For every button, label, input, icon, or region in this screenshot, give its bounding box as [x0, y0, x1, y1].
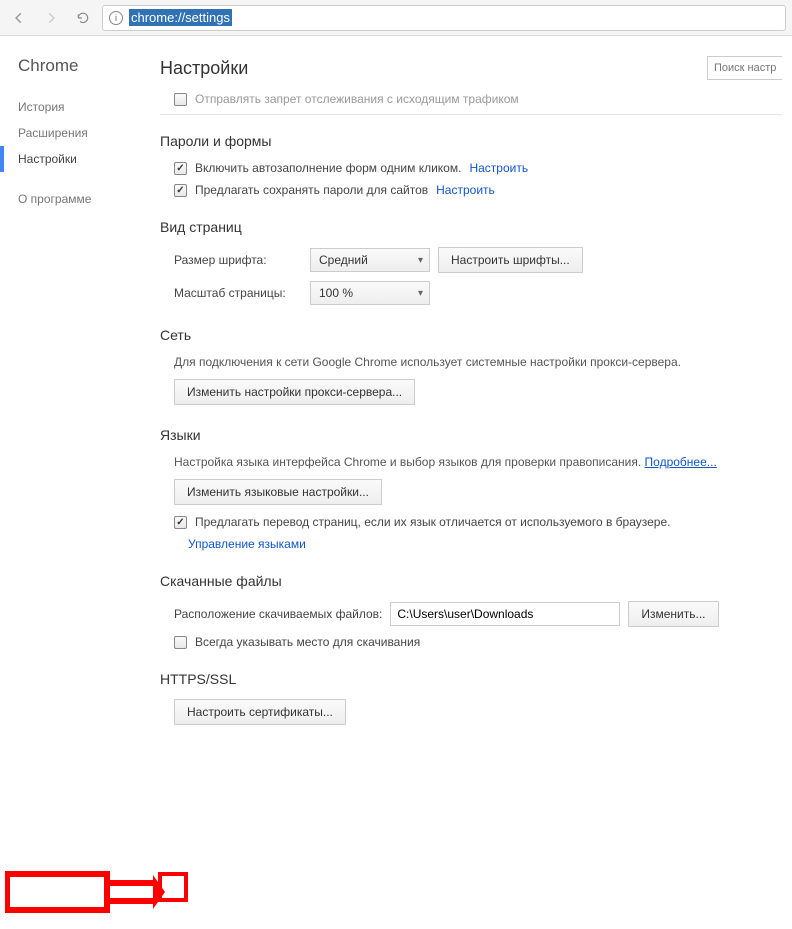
languages-desc-text: Настройка языка интерфейса Chrome и выбо… — [174, 455, 641, 469]
page-title: Настройки — [160, 58, 248, 79]
browser-toolbar: i chrome://settings — [0, 0, 792, 36]
annotation-arrow-icon — [5, 869, 165, 929]
forward-button[interactable] — [38, 5, 64, 31]
page-zoom-label: Масштаб страницы: — [174, 286, 302, 300]
section-downloads: Скачанные файлы Расположение скачиваемых… — [160, 573, 782, 649]
arrow-right-icon — [44, 11, 58, 25]
sidebar-title: Chrome — [18, 56, 150, 76]
section-title-network: Сеть — [160, 327, 782, 343]
section-ssl: HTTPS/SSL Настроить сертификаты... — [160, 671, 782, 725]
section-passwords: Пароли и формы Включить автозаполнение ф… — [160, 133, 782, 197]
reload-button[interactable] — [70, 5, 96, 31]
dnt-checkbox[interactable] — [174, 93, 187, 106]
site-info-icon[interactable]: i — [109, 11, 123, 25]
languages-desc: Настройка языка интерфейса Chrome и выбо… — [160, 455, 782, 469]
section-title-passwords: Пароли и формы — [160, 133, 782, 149]
download-path-label: Расположение скачиваемых файлов: — [174, 607, 382, 621]
section-network: Сеть Для подключения к сети Google Chrom… — [160, 327, 782, 405]
download-ask-label: Всегда указывать место для скачивания — [195, 635, 420, 649]
customize-fonts-button[interactable]: Настроить шрифты... — [438, 247, 583, 273]
section-appearance: Вид страниц Размер шрифта: Средний Настр… — [160, 219, 782, 305]
sidebar-item-history[interactable]: История — [18, 94, 150, 120]
offer-translate-checkbox[interactable] — [174, 516, 187, 529]
sidebar: Chrome История Расширения Настройки О пр… — [0, 36, 150, 771]
font-size-select[interactable]: Средний — [310, 248, 430, 272]
offer-translate-label: Предлагать перевод страниц, если их язык… — [195, 515, 671, 529]
section-title-downloads: Скачанные файлы — [160, 573, 782, 589]
download-ask-checkbox[interactable] — [174, 636, 187, 649]
certificates-button[interactable]: Настроить сертификаты... — [174, 699, 346, 725]
languages-more-link[interactable]: Подробнее... — [645, 455, 717, 469]
font-size-label: Размер шрифта: — [174, 253, 302, 267]
save-passwords-settings-link[interactable]: Настроить — [436, 183, 495, 197]
sidebar-item-extensions[interactable]: Расширения — [18, 120, 150, 146]
save-passwords-checkbox[interactable] — [174, 184, 187, 197]
proxy-settings-button[interactable]: Изменить настройки прокси-сервера... — [174, 379, 415, 405]
download-path-input[interactable] — [390, 602, 620, 626]
reload-icon — [76, 11, 90, 25]
manage-languages-link[interactable]: Управление языками — [188, 537, 306, 551]
page-zoom-select[interactable]: 100 % — [310, 281, 430, 305]
sidebar-item-settings[interactable]: Настройки — [18, 146, 150, 172]
address-bar[interactable]: i chrome://settings — [102, 5, 786, 31]
autofill-checkbox[interactable] — [174, 162, 187, 175]
autofill-settings-link[interactable]: Настроить — [469, 161, 528, 175]
main-content: Настройки Отправлять запрет отслеживания… — [150, 36, 792, 771]
section-languages: Языки Настройка языка интерфейса Chrome … — [160, 427, 782, 551]
section-title-appearance: Вид страниц — [160, 219, 782, 235]
network-desc: Для подключения к сети Google Chrome исп… — [160, 355, 782, 369]
autofill-label: Включить автозаполнение форм одним клико… — [195, 161, 461, 175]
download-change-button[interactable]: Изменить... — [628, 601, 718, 627]
language-settings-button[interactable]: Изменить языковые настройки... — [174, 479, 382, 505]
settings-search-input[interactable] — [707, 56, 782, 80]
dnt-label: Отправлять запрет отслеживания с исходящ… — [195, 92, 519, 106]
back-button[interactable] — [6, 5, 32, 31]
arrow-left-icon — [12, 11, 26, 25]
url-text: chrome://settings — [129, 9, 232, 26]
section-title-ssl: HTTPS/SSL — [160, 671, 782, 687]
sidebar-item-about[interactable]: О программе — [18, 186, 150, 212]
section-title-languages: Языки — [160, 427, 782, 443]
save-passwords-label: Предлагать сохранять пароли для сайтов — [195, 183, 428, 197]
